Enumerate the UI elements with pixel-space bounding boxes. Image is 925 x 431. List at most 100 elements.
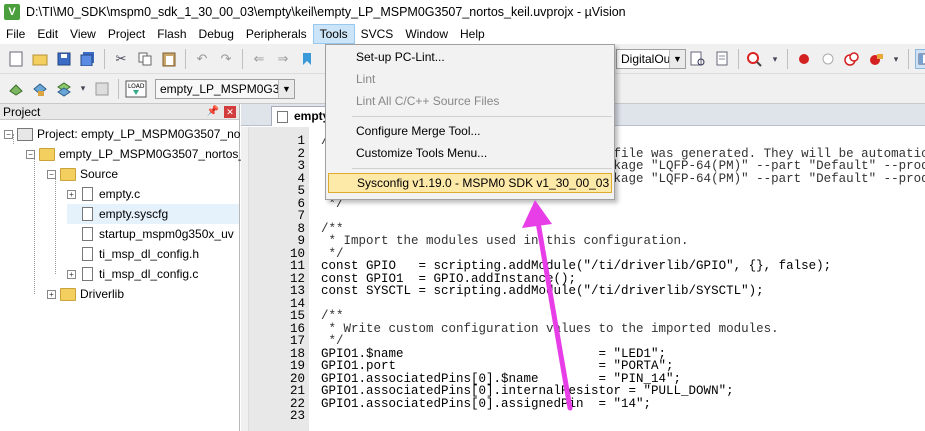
code-line: * Write custom configuration values to t… — [321, 321, 779, 336]
redo-icon[interactable]: ↷ — [216, 49, 236, 69]
code-line: GPIO1.associatedPins[0].internalResistor… — [321, 384, 734, 398]
pin-icon[interactable]: 📌 — [207, 106, 219, 117]
line-number: 7 — [297, 209, 305, 223]
translate-icon[interactable] — [6, 79, 26, 99]
line-number: 5 — [297, 184, 305, 198]
find-icon[interactable] — [712, 49, 732, 69]
menu-view[interactable]: View — [64, 24, 102, 44]
pin-combo[interactable]: DigitalOutp ▼ — [616, 49, 686, 69]
code-line: /** — [321, 309, 344, 323]
collapse-icon[interactable]: − — [26, 149, 35, 159]
tree-item-label: startup_mspm0g350x_uv — [99, 227, 234, 241]
rebuild-icon[interactable] — [54, 79, 74, 99]
tree-item-target[interactable]: − empty_LP_MSPM0G3507_nortos_ — [26, 144, 245, 164]
line-number: 23 — [289, 409, 305, 423]
tree-item-label: empty.syscfg — [99, 207, 169, 221]
bookmark-icon[interactable] — [297, 49, 317, 69]
copy-icon[interactable] — [135, 49, 155, 69]
pin-combo-value: DigitalOutp — [621, 52, 675, 66]
menu-item-setup-pclint[interactable]: Set-up PC-Lint... — [328, 47, 612, 67]
kill-all-breakpoints-icon[interactable] — [866, 49, 886, 69]
tree-item-empty-c[interactable]: + empty.c — [67, 184, 140, 204]
nav-back-icon[interactable]: ⇐ — [249, 49, 269, 69]
debug-dropdown-icon[interactable]: ▾ — [769, 49, 781, 69]
tree-item-empty-syscfg[interactable]: empty.syscfg — [67, 204, 239, 224]
collapse-icon[interactable]: − — [47, 169, 56, 179]
build-icon[interactable] — [30, 79, 50, 99]
tree-item-config-h[interactable]: ti_msp_dl_config.h — [67, 244, 199, 264]
code-line: * Import the modules used in this config… — [321, 234, 689, 248]
menu-item-customize-tools[interactable]: Customize Tools Menu... — [328, 143, 612, 163]
toolbar-separator — [787, 49, 788, 69]
menu-peripherals[interactable]: Peripherals — [240, 24, 313, 44]
menu-file[interactable]: File — [0, 24, 31, 44]
uvision-app-icon: V — [4, 4, 20, 20]
menu-item-configure-merge[interactable]: Configure Merge Tool... — [328, 121, 612, 141]
paste-icon[interactable] — [159, 49, 179, 69]
stop-build-icon[interactable] — [92, 79, 112, 99]
toolbar-separator — [118, 78, 119, 99]
target-combo-value: empty_LP_MSPM0G3507_ — [160, 81, 284, 96]
window-layout-icon[interactable] — [915, 49, 925, 69]
toolbar-separator — [242, 48, 243, 69]
new-file-icon[interactable] — [6, 49, 26, 69]
tree-item-label: Project: empty_LP_MSPM0G3507_no — [37, 127, 241, 141]
editor-gutter — [241, 127, 249, 431]
project-panel-title: Project — [3, 104, 41, 119]
insert-breakpoint-icon[interactable] — [794, 49, 814, 69]
line-number: 9 — [297, 234, 305, 248]
disable-all-breakpoints-icon[interactable] — [842, 49, 862, 69]
find-in-files-icon[interactable] — [688, 49, 708, 69]
tree-item-project[interactable]: − Project: empty_LP_MSPM0G3507_no — [4, 124, 240, 144]
batch-build-dropdown-icon[interactable]: ▾ — [78, 79, 88, 99]
project-panel: Project 📌 ✕ − Project: empty_LP_MSPM0G35… — [0, 104, 245, 431]
chevron-down-icon[interactable]: ▼ — [669, 50, 685, 68]
expand-icon[interactable]: + — [67, 269, 76, 279]
tree-item-label: Source — [80, 167, 119, 181]
menu-project[interactable]: Project — [102, 24, 151, 44]
tree-item-startup[interactable]: startup_mspm0g350x_uv — [67, 224, 234, 244]
chevron-down-icon[interactable]: ▼ — [278, 79, 294, 98]
menu-edit[interactable]: Edit — [31, 24, 64, 44]
tree-item-source-group[interactable]: − Source — [47, 164, 118, 184]
load-download-icon[interactable]: LOAD — [125, 79, 147, 99]
collapse-icon[interactable]: − — [4, 129, 13, 139]
open-folder-icon[interactable] — [30, 49, 50, 69]
target-combo[interactable]: empty_LP_MSPM0G3507_ ▼ — [155, 78, 295, 99]
save-all-icon[interactable] — [78, 49, 98, 69]
breakpoint-dropdown-icon[interactable]: ▾ — [890, 49, 902, 69]
menu-tools[interactable]: Tools — [312, 24, 355, 44]
code-line: GPIO1.port = "PORTA"; — [321, 359, 674, 373]
file-icon — [82, 207, 93, 221]
code-line: GPIO1.associatedPins[0].assignedPin = "1… — [321, 396, 652, 411]
menu-svcs[interactable]: SVCS — [355, 24, 400, 44]
tree-connector — [55, 174, 56, 274]
tree-item-label: empty_LP_MSPM0G3507_nortos_ — [59, 147, 246, 161]
nav-forward-icon[interactable]: ⇒ — [273, 49, 293, 69]
undo-icon[interactable]: ↶ — [192, 49, 212, 69]
file-icon — [277, 111, 288, 123]
enable-breakpoint-icon[interactable] — [818, 49, 838, 69]
tree-item-config-c[interactable]: + ti_msp_dl_config.c — [67, 264, 198, 284]
debug-session-icon[interactable] — [745, 49, 765, 69]
target-folder-icon — [39, 147, 55, 161]
menu-item-lint-all[interactable]: Lint All C/C++ Source Files — [328, 91, 612, 111]
menu-window[interactable]: Window — [399, 24, 454, 44]
toolbar-separator — [104, 48, 105, 69]
save-icon[interactable] — [54, 49, 74, 69]
menu-item-sysconfig[interactable]: Sysconfig v1.19.0 - MSPM0 SDK v1_30_00_0… — [328, 173, 612, 193]
menu-help[interactable]: Help — [454, 24, 491, 44]
expand-icon[interactable]: + — [67, 189, 76, 199]
line-number: 3 — [297, 159, 305, 173]
menu-flash[interactable]: Flash — [151, 24, 192, 44]
tree-item-label: empty.c — [99, 187, 141, 201]
code-line: const SYSCTL = scripting.addModule("/ti/… — [321, 284, 764, 298]
expand-icon[interactable]: + — [47, 289, 56, 299]
menu-debug[interactable]: Debug — [193, 24, 240, 44]
cut-icon[interactable]: ✂ — [111, 49, 131, 69]
tree-item-driverlib[interactable]: + Driverlib — [47, 284, 124, 304]
close-icon[interactable]: ✕ — [224, 106, 236, 118]
line-numbers: 1 2 3 4 5 6 7 8 9 10 11 12 13 14 15 16 17 18 19 20 21 22 23 — [249, 127, 309, 431]
menu-item-lint[interactable]: Lint — [328, 69, 612, 89]
window-title: D:\TI\M0_SDK\mspm0_sdk_1_30_00_03\empty\… — [26, 5, 626, 19]
